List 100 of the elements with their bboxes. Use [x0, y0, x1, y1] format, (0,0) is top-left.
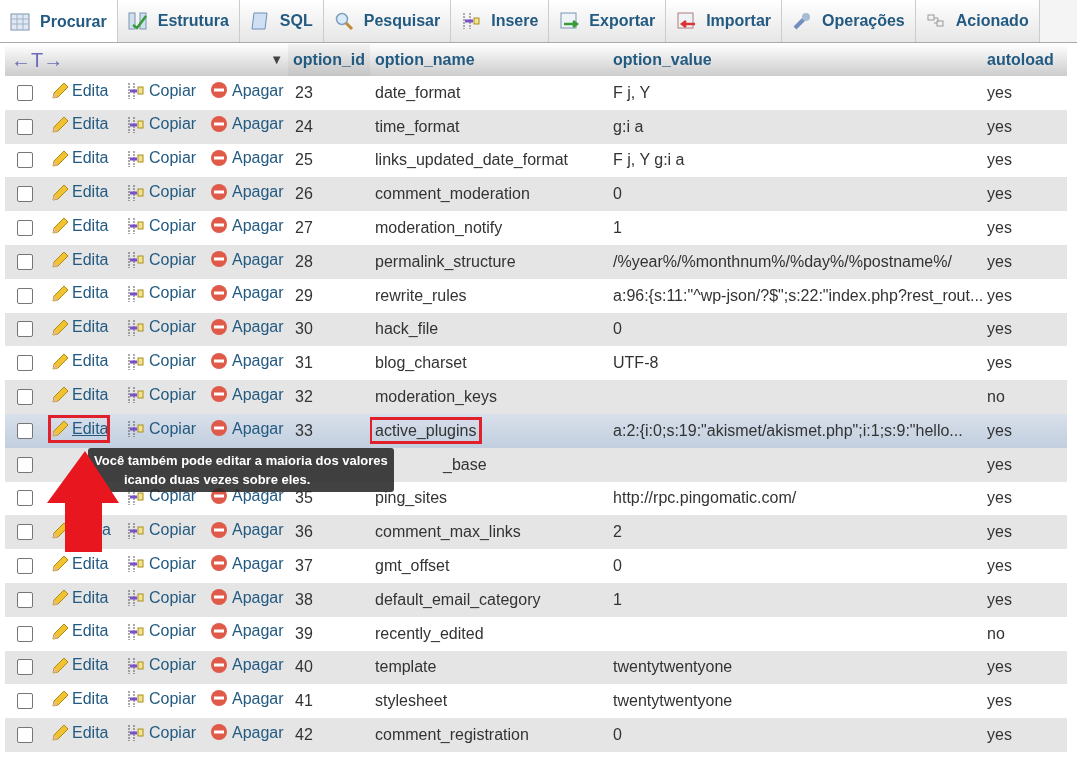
copy-link[interactable]: Copiar [127, 213, 197, 238]
table-cell: F j, Y [613, 83, 651, 101]
copy-link[interactable]: Copiar [127, 78, 197, 103]
row-checkbox[interactable] [17, 220, 33, 237]
copy-link[interactable]: Copiar [127, 551, 197, 576]
edit-link[interactable]: Edita [50, 78, 109, 103]
delete-link[interactable]: Apagar [210, 213, 284, 238]
row-checkbox[interactable] [17, 524, 33, 541]
edit-link[interactable]: a [102, 518, 111, 542]
copy-icon [127, 351, 145, 371]
pencil-icon [50, 182, 68, 202]
edit-link[interactable]: Edita [50, 687, 109, 711]
table-cell: g:i a [613, 117, 644, 135]
pencil-icon [50, 114, 68, 134]
column-header[interactable]: option_value [608, 44, 983, 76]
pencil-icon [50, 283, 68, 303]
table-cell: a:2:{i:0;s:19:"akismet/akismet.php";i:1;s:9:"hello... [613, 421, 963, 439]
tab[interactable]: Procurar [0, 0, 118, 42]
row-checkbox[interactable] [17, 456, 33, 473]
copy-link[interactable]: Copiar [127, 281, 197, 306]
row-checkbox[interactable] [17, 389, 33, 406]
row-checkbox[interactable] [17, 355, 33, 372]
table-cell: time_format [375, 117, 460, 135]
row-checkbox[interactable] [17, 727, 33, 744]
delete-icon [210, 689, 228, 709]
delete-icon [210, 554, 228, 574]
id-cell: 33 [295, 421, 313, 439]
row-checkbox[interactable] [17, 152, 33, 169]
table-cell: yes [987, 320, 1012, 338]
table-cell: 0 [613, 557, 622, 575]
pencil-icon [50, 554, 68, 574]
id-cell: 36 [295, 523, 313, 541]
edit-link[interactable]: Edita [50, 213, 109, 238]
id-cell: 37 [295, 557, 313, 575]
row-checkbox[interactable] [17, 253, 33, 270]
tab[interactable]: Exportar [549, 0, 667, 42]
insert-icon [461, 11, 482, 31]
pencil-icon [50, 588, 68, 608]
row-checkbox[interactable] [17, 558, 33, 575]
delete-link[interactable]: Apagar [210, 349, 284, 373]
delete-icon [210, 351, 228, 371]
sort-indicator[interactable]: ▼ [270, 50, 284, 70]
column-header[interactable]: option_id [288, 44, 371, 76]
table-cell: a:96:{s:11:"^wp-json/?$";s:22:"index.php?rest_rout... [613, 286, 983, 304]
tab[interactable]: Operações [782, 0, 916, 42]
tab[interactable]: SQL [239, 0, 324, 42]
delete-icon [210, 419, 228, 439]
row-checkbox[interactable] [17, 625, 33, 642]
column-header[interactable]: autoload [982, 44, 1068, 76]
table-cell: yes [987, 354, 1012, 372]
edit-link[interactable]: Edita [50, 551, 109, 576]
tab[interactable]: Estrutura [117, 0, 240, 42]
id-cell: 39 [295, 624, 313, 642]
delete-link[interactable]: Apagar [210, 687, 284, 711]
row-checkbox[interactable] [17, 591, 33, 608]
copy-link[interactable]: Copiar [127, 146, 197, 171]
table-cell: yes [987, 185, 1012, 203]
edit-link[interactable]: Edita [50, 281, 109, 306]
delete-icon [210, 216, 228, 236]
tab[interactable]: Importar [666, 0, 783, 42]
row-checkbox[interactable] [17, 490, 33, 507]
row-checkbox[interactable] [17, 287, 33, 304]
tab[interactable]: Pesquisar [323, 0, 452, 42]
row-checkbox[interactable] [17, 422, 33, 439]
tab[interactable]: Insere [451, 0, 550, 42]
row-checkbox[interactable] [17, 659, 33, 676]
copy-link[interactable]: Copiar [127, 349, 197, 373]
table-cell: yes [987, 151, 1012, 169]
id-cell: 27 [295, 219, 313, 237]
edit-link[interactable]: Edita [50, 349, 109, 373]
copy-icon [127, 419, 145, 439]
copy-icon [127, 655, 145, 675]
copy-link[interactable]: Copiar [127, 687, 197, 711]
delete-link[interactable]: Apagar [210, 146, 284, 171]
row-checkbox[interactable] [17, 693, 33, 710]
table-cell: hack_file [375, 320, 439, 338]
row-checkbox[interactable] [17, 84, 33, 101]
delete-icon [210, 723, 228, 743]
table-cell: yes [987, 286, 1012, 304]
delete-link[interactable]: Apagar [210, 281, 284, 306]
pencil-icon [50, 419, 68, 439]
delete-link[interactable]: Apagar [210, 78, 284, 103]
column-resize-toggle[interactable]: ←T→ [11, 45, 64, 75]
id-cell: 23 [295, 83, 313, 101]
delete-link[interactable]: Apagar [210, 619, 284, 644]
column-header[interactable]: option_name [370, 44, 609, 76]
table-cell: yes [987, 252, 1012, 270]
delete-link[interactable]: Apagar [210, 551, 284, 576]
tab[interactable]: Acionado [915, 0, 1040, 42]
copy-icon [127, 723, 145, 743]
structure-icon [127, 11, 148, 31]
id-cell: 42 [295, 726, 313, 744]
row-checkbox[interactable] [17, 186, 33, 203]
copy-link[interactable]: Copiar [127, 619, 197, 644]
table-cell: active_plugins [371, 418, 481, 442]
row-checkbox[interactable] [17, 118, 33, 135]
copy-icon [127, 689, 145, 709]
edit-link[interactable]: Edita [50, 619, 109, 644]
edit-link[interactable]: Edita [50, 146, 109, 171]
row-checkbox[interactable] [17, 321, 33, 338]
